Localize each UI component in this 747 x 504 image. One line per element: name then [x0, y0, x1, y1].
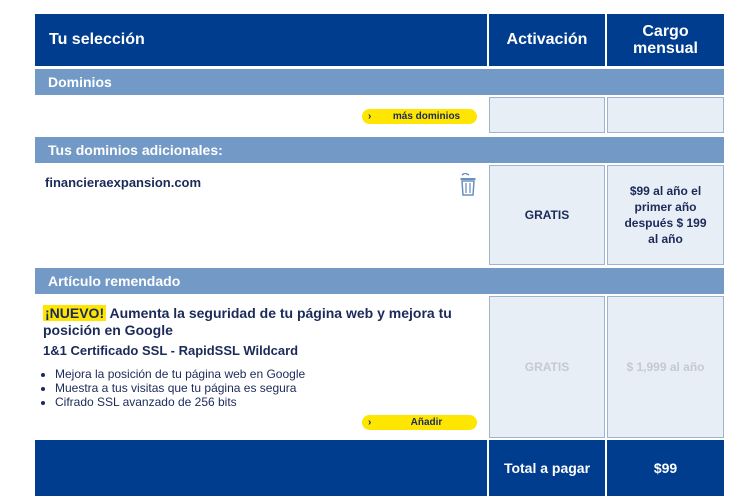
recommended-row-selection: ¡NUEVO! Aumenta la seguridad de tu págin… [35, 296, 487, 438]
section-recommended-title: Artículo remendado [48, 273, 181, 289]
total-label: Total a pagar [503, 460, 591, 476]
additional-row-activation: GRATIS [489, 165, 605, 265]
trash-icon[interactable] [459, 172, 477, 197]
header-activation-label: Activación [506, 31, 588, 48]
domains-row-selection: › más dominios [35, 97, 487, 133]
footer-total-value-cell: $99 [607, 440, 724, 496]
header-selection-cell: Tu selección [35, 14, 487, 66]
header-monthly-cell: Cargo mensual [607, 14, 724, 66]
domain-name: financieraexpansion.com [45, 175, 202, 190]
header-activation-cell: Activación [489, 14, 605, 66]
product-features-list: Mejora la posición de tu página web en G… [43, 367, 305, 409]
additional-activation-value: GRATIS [524, 208, 570, 222]
more-domains-label: más dominios [392, 111, 461, 122]
total-value: $99 [653, 460, 678, 476]
section-recommended-header: Artículo remendado [35, 268, 724, 294]
additional-price-value: $99 al año el primer año después $ 199 a… [624, 184, 707, 246]
footer-empty-cell [35, 440, 487, 496]
recommended-row-activation: GRATIS [489, 296, 605, 438]
section-domains-title: Dominios [48, 74, 112, 90]
recommended-headline: ¡NUEVO! Aumenta la seguridad de tu págin… [43, 305, 473, 339]
list-item: Cifrado SSL avanzado de 256 bits [55, 395, 305, 409]
list-item: Muestra a tus visitas que tu página es s… [55, 381, 305, 395]
recommended-price-value: $ 1,999 al año [626, 360, 705, 374]
recommended-row-price: $ 1,999 al año [607, 296, 724, 438]
domains-row-price [607, 97, 724, 133]
additional-row-selection: financieraexpansion.com [35, 165, 487, 265]
chevron-right-icon: › [368, 111, 372, 122]
section-domains-header: Dominios [35, 69, 724, 95]
add-button-label: Añadir [410, 417, 443, 428]
new-badge: ¡NUEVO! [43, 305, 107, 321]
section-additional-title: Tus dominios adicionales: [48, 142, 223, 158]
chevron-right-icon: › [368, 417, 372, 428]
header-selection-label: Tu selección [49, 31, 145, 48]
recommended-activation-value: GRATIS [524, 360, 570, 374]
footer-total-label-cell: Total a pagar [489, 440, 605, 496]
header-monthly-label: Cargo mensual [633, 23, 698, 57]
domains-row-activation [489, 97, 605, 133]
more-domains-button[interactable]: › más dominios [362, 109, 477, 124]
product-name: 1&1 Certificado SSL - RapidSSL Wildcard [43, 343, 299, 358]
add-button[interactable]: › Añadir [362, 415, 477, 430]
list-item: Mejora la posición de tu página web en G… [55, 367, 305, 381]
additional-row-price: $99 al año el primer año después $ 199 a… [607, 165, 724, 265]
section-additional-header: Tus dominios adicionales: [35, 137, 724, 163]
